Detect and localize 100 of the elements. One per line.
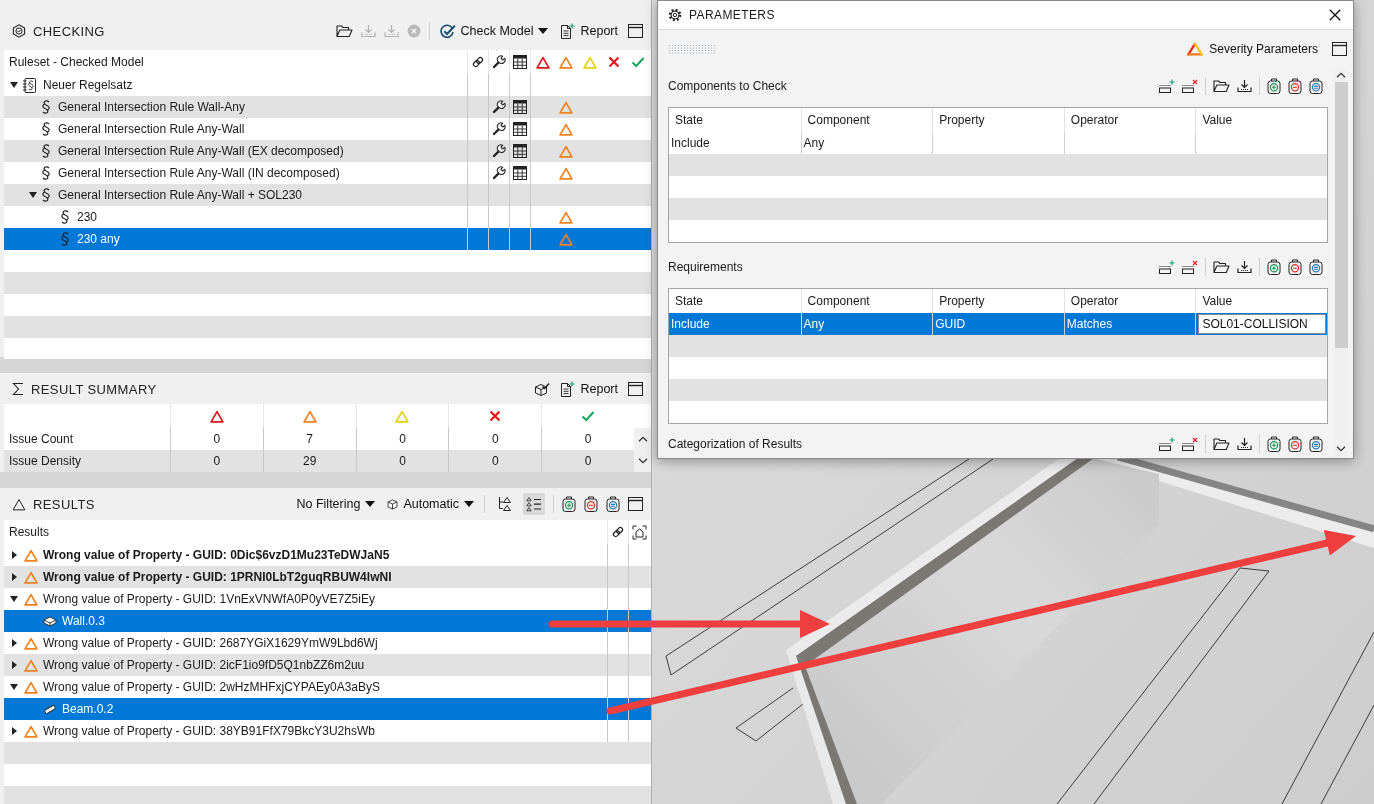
tree-row[interactable]: General Intersection Rule Wall-Any <box>4 96 651 118</box>
window-icon[interactable] <box>628 497 643 511</box>
clipboard-plus-icon[interactable] <box>1267 436 1281 452</box>
row-cross-icon[interactable] <box>1182 79 1198 93</box>
row-plus-icon[interactable] <box>1159 79 1175 93</box>
folder-open-icon[interactable] <box>1213 260 1230 274</box>
element-name: Wall.0.3 <box>62 614 105 628</box>
row-plus-icon[interactable] <box>1159 437 1175 451</box>
row-plus-icon[interactable] <box>1159 260 1175 274</box>
row-label: Issue Count <box>9 432 74 446</box>
column-header: Component <box>807 113 870 127</box>
clipboard-lines-icon[interactable] <box>1309 78 1323 94</box>
caret-down-icon[interactable] <box>10 82 18 88</box>
result-row[interactable]: Beam.0.2 <box>4 698 651 720</box>
chevron-up-icon[interactable] <box>637 436 648 442</box>
chevron-down-icon[interactable] <box>637 458 648 464</box>
report-button[interactable]: Report <box>558 378 620 400</box>
section-sign-icon <box>41 122 51 136</box>
table-cell: 29 <box>303 454 317 468</box>
result-title: Wrong value of Property - GUID: 0Dic$6vzD1Mu23TeDWJaN5 <box>43 548 390 562</box>
caret-right-icon[interactable] <box>11 727 17 735</box>
clipboard-plus-icon[interactable] <box>1267 78 1281 94</box>
window-icon[interactable] <box>628 382 643 396</box>
caret-down-icon[interactable] <box>10 684 18 690</box>
row-label: Issue Density <box>9 454 82 468</box>
tree-row[interactable]: 230 any <box>4 228 651 250</box>
section-sign-icon <box>41 166 51 180</box>
chevron-down-icon[interactable] <box>1336 446 1346 452</box>
rule-name: General Intersection Rule Any-Wall (EX decomposed) <box>58 144 344 158</box>
panel-title: CHECKING <box>33 23 105 39</box>
dialog-title: PARAMETERS <box>689 8 775 22</box>
link-icon <box>471 55 485 69</box>
result-title: Wrong value of Property - GUID: 2icF1io9fD5Q1nbZZ6m2uu <box>43 658 365 672</box>
window-icon[interactable] <box>628 24 643 38</box>
clipboard-minus-icon[interactable] <box>584 496 598 512</box>
caret-down-icon[interactable] <box>10 596 18 602</box>
section-sign-icon <box>41 144 51 158</box>
result-row[interactable]: Wall.0.3 <box>4 610 651 632</box>
rule-name: 230 any <box>77 232 120 246</box>
result-row[interactable]: Wrong value of Property - GUID: 2icF1io9fD5Q1nbZZ6m2uu <box>4 654 651 676</box>
caret-down-icon[interactable] <box>29 192 37 198</box>
ruleset-name: Neuer Regelsatz <box>43 78 133 92</box>
clipboard-lines-icon[interactable] <box>1309 436 1323 452</box>
result-row[interactable]: Wrong value of Property - GUID: 1PRNI0LbT2guqRBUW4lwNI <box>4 566 651 588</box>
scrollbar-thumb[interactable] <box>1334 82 1348 348</box>
download-icon[interactable] <box>1237 79 1252 93</box>
caret-right-icon[interactable] <box>11 551 17 559</box>
folder-open-icon[interactable] <box>1213 437 1230 451</box>
table-cell: 0 <box>399 454 406 468</box>
download-icon[interactable] <box>1237 260 1252 274</box>
chevron-up-icon[interactable] <box>1336 72 1346 78</box>
drag-handle-icon[interactable] <box>668 44 716 54</box>
section-sign-icon <box>41 100 51 114</box>
settings-icon <box>668 8 682 22</box>
caret-right-icon[interactable] <box>11 661 17 669</box>
result-title: Wrong value of Property - GUID: 2687YGiX1629YmW9Lbd6Wj <box>43 636 378 650</box>
tree-row[interactable]: General Intersection Rule Any-Wall + SOL230 <box>4 184 651 206</box>
sigma-icon <box>12 382 24 396</box>
report-button[interactable]: Report <box>558 20 620 42</box>
caret-right-icon[interactable] <box>11 573 17 581</box>
rule-name: General Intersection Rule Any-Wall (IN decomposed) <box>58 166 340 180</box>
table-cell: 0 <box>584 432 592 446</box>
display-mode-dropdown[interactable]: Automatic <box>385 493 476 515</box>
download-icon[interactable] <box>1237 437 1252 451</box>
document-plus-icon <box>560 23 576 39</box>
severity-parameters-button[interactable]: Severity Parameters <box>1185 38 1320 60</box>
table-cell: 0 <box>491 454 499 468</box>
clipboard-plus-icon[interactable] <box>562 496 576 512</box>
list-view-button[interactable] <box>523 493 545 515</box>
folder-open-icon[interactable] <box>1213 79 1230 93</box>
row-cross-icon[interactable] <box>1182 437 1198 451</box>
link-icon <box>611 525 625 539</box>
column-header: State <box>675 113 704 127</box>
folder-open-icon[interactable] <box>335 24 353 38</box>
wall-block-icon <box>43 614 57 628</box>
wrench-icon <box>492 55 506 69</box>
value-input-field[interactable]: SOL01-COLLISION <box>1198 314 1326 334</box>
tree-view-icon <box>496 496 512 512</box>
rule-name: 230 <box>77 210 98 224</box>
caret-right-icon[interactable] <box>11 639 17 647</box>
clipboard-minus-icon[interactable] <box>1288 436 1302 452</box>
caret-down-icon <box>464 501 474 507</box>
table-cell: 0 <box>399 432 406 446</box>
filter-dropdown[interactable]: No Filtering <box>294 493 378 515</box>
clipboard-lines-icon[interactable] <box>606 496 620 512</box>
check-model-button[interactable]: Check Model <box>437 20 551 42</box>
row-cross-icon[interactable] <box>1182 260 1198 274</box>
tree-row[interactable]: General Intersection Rule Any-Wall (EX decomposed) <box>4 140 651 162</box>
table-cell: 0 <box>213 432 221 446</box>
panel-title: RESULT SUMMARY <box>31 381 157 397</box>
column-header: Value <box>1202 113 1233 127</box>
cube-check-icon[interactable] <box>534 381 551 397</box>
triangle-icon <box>209 409 224 423</box>
table-row[interactable]: Include Any GUID Matches SOL01-COLLISION <box>669 313 1327 335</box>
clipboard-minus-icon[interactable] <box>1288 259 1302 275</box>
column-header: Component <box>807 294 870 308</box>
clipboard-lines-icon[interactable] <box>1309 259 1323 275</box>
window-icon[interactable] <box>1332 42 1347 56</box>
clipboard-minus-icon[interactable] <box>1288 78 1302 94</box>
clipboard-plus-icon[interactable] <box>1267 259 1281 275</box>
